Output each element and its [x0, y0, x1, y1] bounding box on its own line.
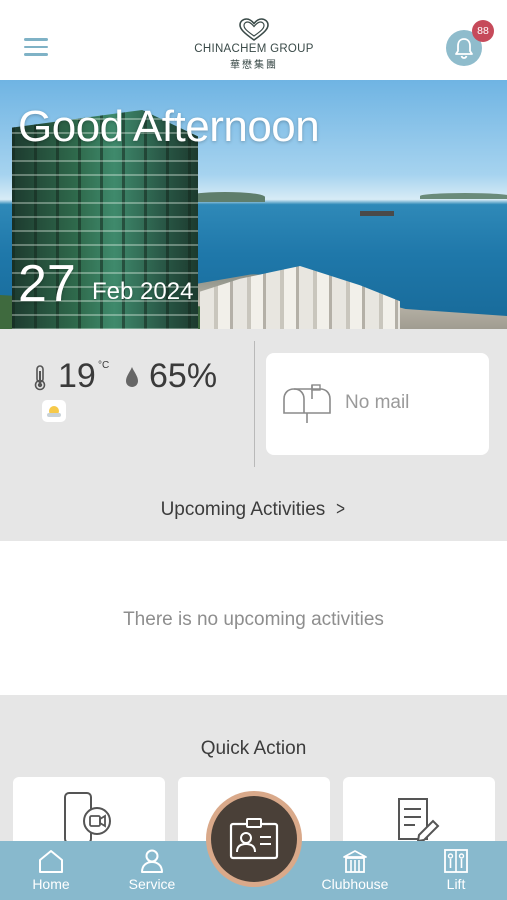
greeting-text: Good Afternoon: [18, 102, 320, 151]
tab-home[interactable]: Home: [28, 848, 74, 892]
humidity-value: 65%: [149, 357, 218, 395]
quick-action-video-call[interactable]: [13, 777, 165, 847]
upcoming-activities-label: Upcoming Activities: [160, 499, 326, 520]
temperature-unit: °C: [98, 360, 110, 371]
temperature-value: 19: [58, 357, 96, 395]
tab-clubhouse[interactable]: Clubhouse: [316, 848, 394, 892]
home-icon: [39, 850, 63, 873]
logo-text-en: CHINACHEM GROUP: [194, 43, 314, 55]
hero-banner: Good Afternoon 27 Feb 2024: [0, 80, 507, 329]
visitor-card-icon: [229, 818, 279, 860]
building-icon: [343, 850, 367, 873]
quick-action-title: Quick Action: [200, 738, 307, 759]
tab-lift[interactable]: Lift: [438, 848, 474, 892]
mail-status: No mail: [345, 392, 410, 413]
heart-logo-icon: [239, 18, 269, 41]
tab-home-label: Home: [32, 876, 70, 892]
menu-icon[interactable]: [24, 38, 50, 58]
quick-action-form[interactable]: [343, 777, 495, 847]
lift-icon: [444, 849, 468, 873]
logo-text-zh: 華懋集團: [230, 60, 278, 71]
tab-service-label: Service: [128, 876, 176, 892]
empty-activities-text: There is no upcoming activities: [123, 609, 384, 630]
thermometer-icon: [34, 365, 46, 391]
app-header: CHINACHEM GROUP 華懋集團 88: [0, 0, 507, 80]
date-month-year: Feb 2024: [92, 278, 194, 305]
info-section: 19 °C 65% No mail Upcoming Activities >: [0, 329, 507, 541]
sun-cloud-icon: [42, 400, 66, 422]
tab-clubhouse-label: Clubhouse: [321, 876, 389, 892]
section-divider: [254, 341, 255, 467]
humidity-drop-icon: [126, 367, 138, 387]
chevron-right-icon: >: [336, 499, 346, 520]
document-edit-icon: [398, 798, 440, 843]
mail-card[interactable]: No mail: [266, 353, 489, 455]
tab-lift-label: Lift: [446, 876, 466, 892]
upcoming-activities-link[interactable]: Upcoming Activities >: [0, 499, 507, 521]
tab-service[interactable]: Service: [122, 848, 182, 892]
date-day: 27: [18, 255, 76, 313]
notification-badge: 88: [472, 20, 494, 42]
mailbox-icon: [283, 384, 331, 423]
bell-icon: [455, 38, 473, 59]
company-logo: CHINACHEM GROUP 華懋集團: [188, 18, 320, 76]
visitor-card-button[interactable]: [206, 791, 302, 887]
phone-video-icon: [64, 792, 111, 844]
activities-list: There is no upcoming activities: [0, 541, 507, 695]
person-icon: [141, 849, 163, 873]
